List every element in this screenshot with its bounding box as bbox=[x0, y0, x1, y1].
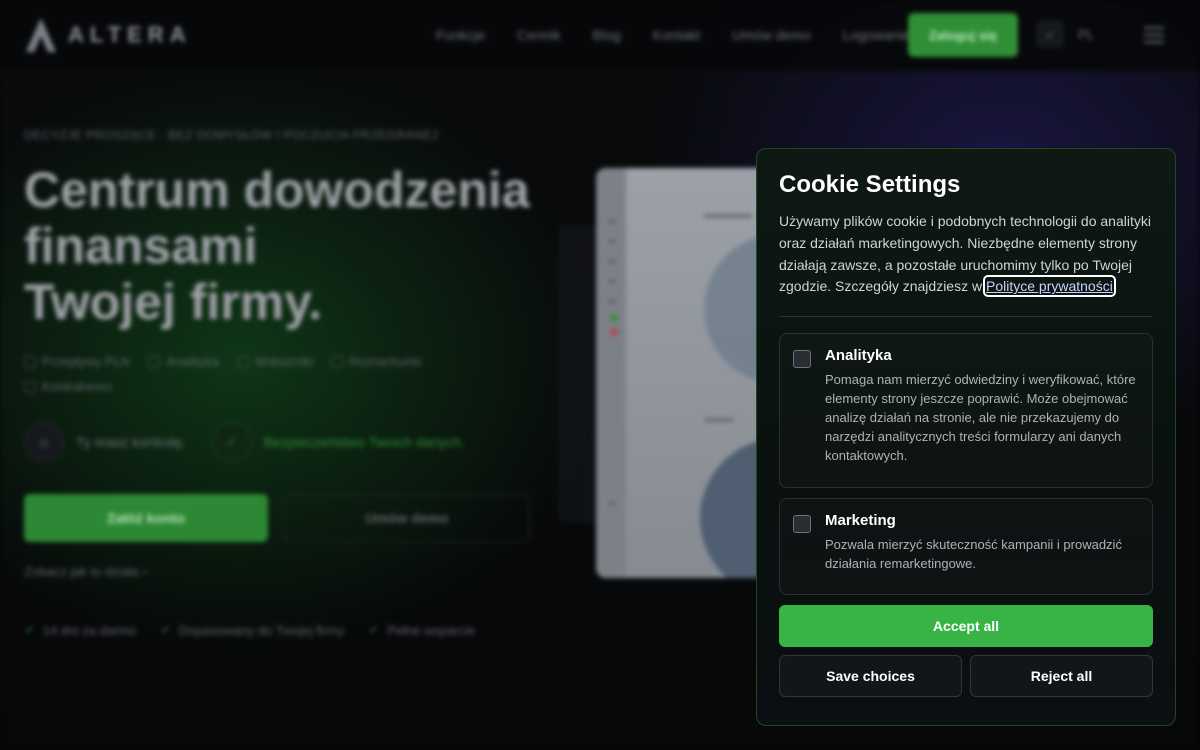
divider bbox=[779, 316, 1153, 318]
menu-icon[interactable] bbox=[1140, 22, 1168, 48]
cookie-settings-dialog: Cookie Settings Używamy plików cookie i … bbox=[756, 148, 1176, 726]
option-description: Pomaga nam mierzyć odwiedziny i weryfiko… bbox=[825, 372, 1136, 464]
feature-icon bbox=[24, 355, 36, 368]
hero-title-line: Centrum dowodzenia bbox=[24, 162, 530, 218]
check-item: ✓ Pełne wsparcie bbox=[368, 622, 476, 638]
alert-dot-icon bbox=[610, 328, 618, 336]
preview-heading bbox=[704, 418, 734, 422]
app-preview-sidebar bbox=[596, 168, 626, 578]
option-name: Marketing bbox=[825, 512, 896, 530]
security-badge: ✓ Bezpieczeństwo Twoich danych. bbox=[211, 422, 465, 462]
nav-link-blog[interactable]: Blog bbox=[593, 27, 621, 43]
hero-demo-button[interactable]: Umów demo bbox=[284, 494, 530, 542]
nav-links: Funkcje Cennik Blog Kontakt Umów demo Lo… bbox=[436, 27, 910, 43]
hero-checks: ✓ 14 dni za darmo ✓ Dopasowany do Twojej f… bbox=[24, 622, 475, 638]
logo-text: ALTERA bbox=[68, 22, 192, 47]
feature-item: Kontrahenci bbox=[24, 379, 111, 394]
nav-signup-button[interactable]: Zaloguj się bbox=[908, 13, 1018, 57]
hero-title-line: Twojej firmy. bbox=[24, 274, 323, 330]
how-it-works-link[interactable]: Zobacz jak to działa › bbox=[24, 564, 147, 579]
hero-title: Centrum dowodzenia finansami Twojej firm… bbox=[24, 162, 564, 330]
cookie-option-analytics: Analityka Pomaga nam mierzyć odwiedziny … bbox=[779, 333, 1153, 489]
accept-all-button[interactable]: Accept all bbox=[779, 605, 1153, 648]
nav-link-features[interactable]: Funkcje bbox=[436, 27, 485, 43]
feature-item: Przepływy PLN bbox=[24, 354, 130, 369]
search-icon[interactable]: ⌕ bbox=[1036, 20, 1064, 48]
check-item: ✓ 14 dni za darmo bbox=[24, 622, 137, 638]
navbar: ALTERA Funkcje Cennik Blog Kontakt Umów … bbox=[0, 0, 1200, 72]
nav-link-demo[interactable]: Umów demo bbox=[732, 27, 811, 43]
save-choices-button[interactable]: Save choices bbox=[779, 655, 962, 698]
hero-badges: ☺ Ty masz kontrolę. ✓ Bezpieczeństwo Two… bbox=[24, 422, 465, 462]
feature-item: Analityka bbox=[148, 354, 219, 369]
nav-link-login[interactable]: Logowanie bbox=[843, 27, 911, 43]
feature-icon bbox=[24, 380, 36, 393]
nav-link-pricing[interactable]: Cennik bbox=[517, 27, 561, 43]
preview-heading bbox=[704, 214, 752, 218]
language-switch[interactable]: PL bbox=[1078, 27, 1094, 42]
feature-icon bbox=[331, 355, 344, 368]
logo[interactable]: ALTERA bbox=[24, 16, 192, 54]
check-icon: ✓ bbox=[24, 622, 35, 637]
privacy-policy-link[interactable]: Polityce prywatności bbox=[983, 275, 1116, 298]
feature-item: Rozrachunki bbox=[331, 354, 422, 369]
cookie-description: Używamy plików cookie i podobnych techno… bbox=[779, 213, 1151, 298]
check-icon: ✓ bbox=[160, 622, 172, 637]
feature-icon bbox=[236, 355, 249, 368]
cookie-title: Cookie Settings bbox=[779, 171, 961, 198]
status-dot-icon bbox=[610, 314, 618, 322]
secondary-actions: Save choices Reject all bbox=[779, 655, 1153, 698]
shield-icon: ✓ bbox=[211, 422, 252, 462]
feature-icon bbox=[148, 355, 161, 368]
control-badge: ☺ Ty masz kontrolę. bbox=[24, 422, 186, 462]
hero-eyebrow: DECYZJE PROSZĄCE · BEZ DOMYSŁÓW I POCZUC… bbox=[24, 128, 439, 142]
feature-item: Wskaźniki bbox=[236, 354, 313, 369]
hero-title-line: finansami bbox=[24, 218, 258, 274]
option-description: Pozwala mierzyć skuteczność kampanii i p… bbox=[825, 537, 1122, 572]
cookie-option-marketing: Marketing Pozwala mierzyć skuteczność ka… bbox=[779, 498, 1153, 596]
reject-all-button[interactable]: Reject all bbox=[970, 655, 1153, 698]
nav-link-contact[interactable]: Kontakt bbox=[653, 27, 700, 43]
check-item: ✓ Dopasowany do Twojej firmy bbox=[160, 622, 345, 638]
user-icon: ☺ bbox=[24, 422, 64, 462]
hero-signup-button[interactable]: Załóż konto bbox=[24, 494, 268, 542]
analytics-checkbox[interactable] bbox=[793, 350, 811, 369]
hero-features: Przepływy PLN Analityka Wskaźniki Rozrac… bbox=[24, 354, 464, 394]
altera-logo-icon bbox=[26, 18, 56, 52]
marketing-checkbox[interactable] bbox=[793, 515, 811, 534]
check-icon: ✓ bbox=[368, 622, 380, 637]
option-name: Analityka bbox=[825, 347, 892, 365]
